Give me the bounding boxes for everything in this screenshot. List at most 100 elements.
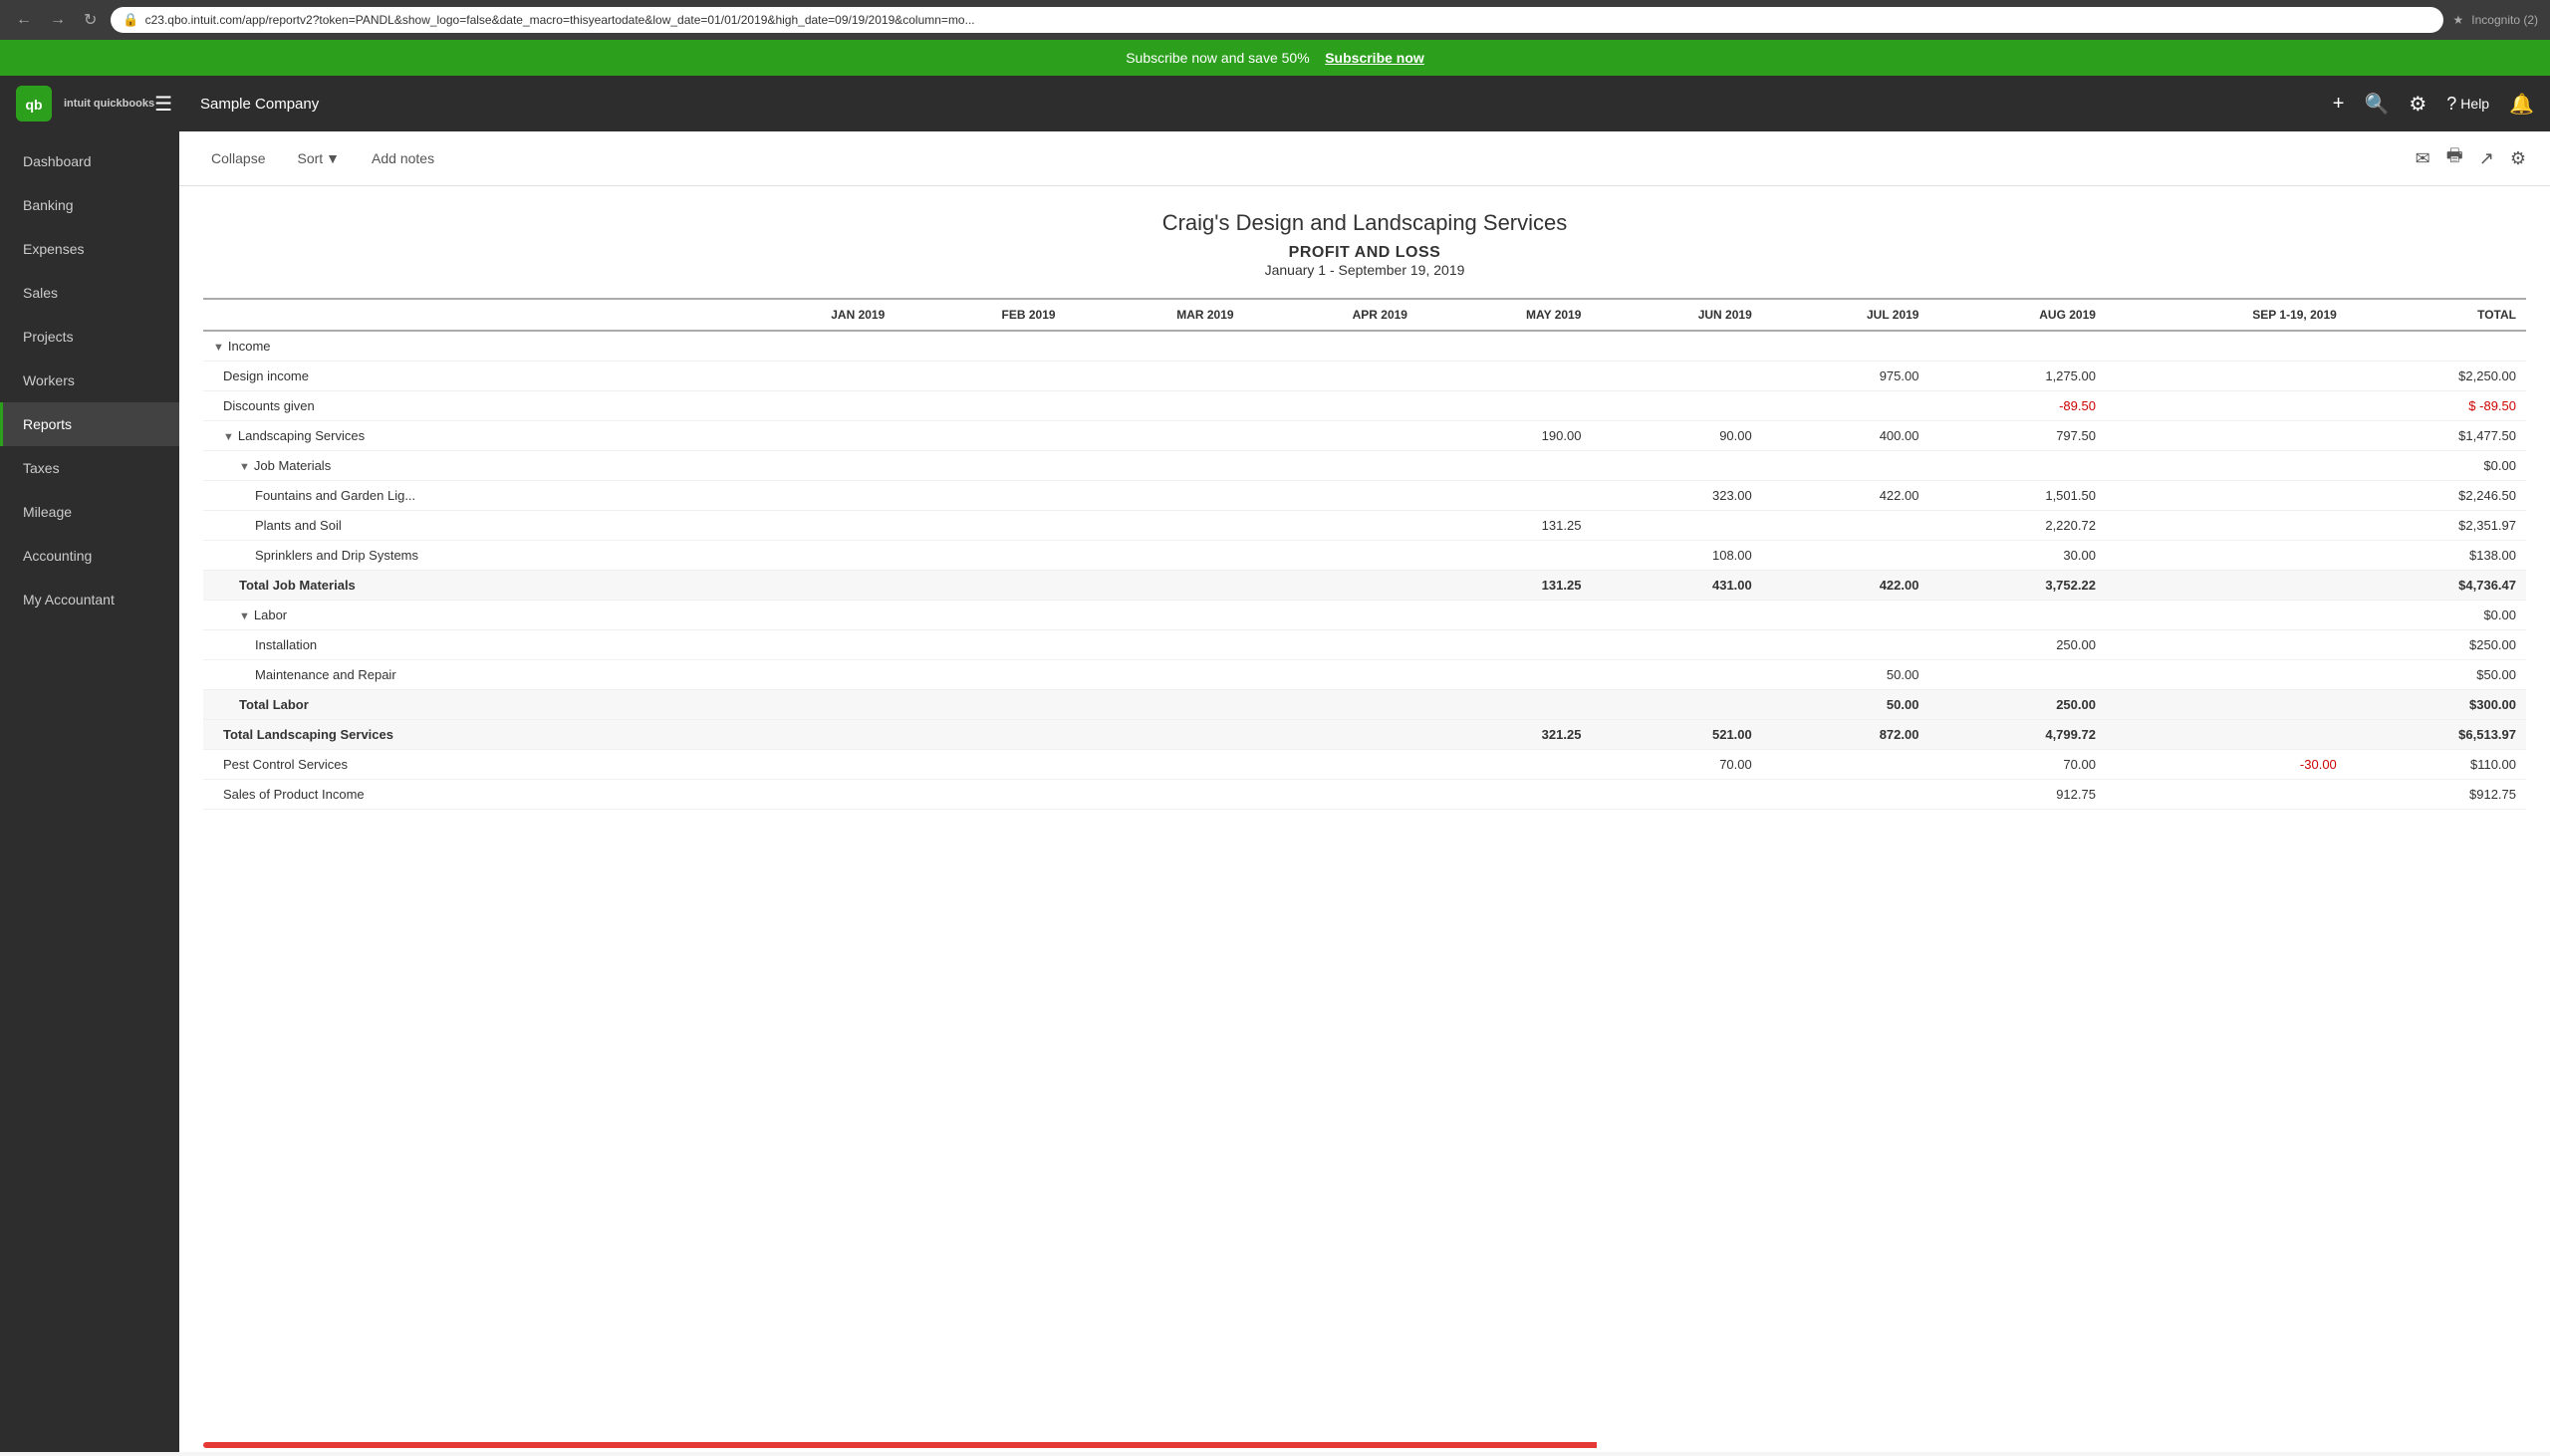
row-cell[interactable]: $912.75	[2347, 780, 2526, 810]
collapse-arrow-icon[interactable]: ▼	[239, 461, 250, 473]
settings-button[interactable]: ⚙	[2409, 92, 2426, 117]
sidebar-item-taxes[interactable]: Taxes	[0, 446, 179, 490]
browser-right-controls: ★ Incognito (2)	[2453, 13, 2538, 27]
row-cell: -89.50	[1928, 391, 2105, 421]
row-cell	[724, 780, 894, 810]
email-icon[interactable]: ✉	[2416, 148, 2430, 169]
row-cell	[1591, 780, 1761, 810]
row-label: Total Job Materials	[203, 571, 724, 601]
report-date-range: January 1 - September 19, 2019	[203, 262, 2526, 278]
add-notes-button[interactable]: Add notes	[364, 146, 442, 170]
row-cell[interactable]: $50.00	[2347, 660, 2526, 690]
horizontal-scrollbar[interactable]	[203, 1442, 2526, 1448]
row-cell	[1244, 630, 1417, 660]
row-cell	[894, 421, 1065, 451]
row-cell[interactable]: $1,477.50	[2347, 421, 2526, 451]
row-cell[interactable]: $ -89.50	[2347, 391, 2526, 421]
sidebar-item-my-accountant[interactable]: My Accountant	[0, 578, 179, 621]
export-icon[interactable]: ↗	[2479, 148, 2494, 169]
print-icon[interactable]: 🖶	[2446, 143, 2463, 173]
row-cell	[1417, 750, 1591, 780]
app-header: qb intuit quickbooks ☰ Sample Company + …	[0, 76, 2550, 131]
hamburger-menu[interactable]: ☰	[154, 92, 172, 117]
row-cell[interactable]: $0.00	[2347, 601, 2526, 630]
row-cell	[1591, 451, 1761, 481]
sidebar-item-expenses[interactable]: Expenses	[0, 227, 179, 271]
table-row: Sprinklers and Drip Systems108.0030.00$1…	[203, 541, 2526, 571]
sidebar-item-projects[interactable]: Projects	[0, 315, 179, 359]
sidebar-item-banking[interactable]: Banking	[0, 183, 179, 227]
row-cell[interactable]: $4,736.47	[2347, 571, 2526, 601]
row-cell	[1244, 601, 1417, 630]
row-cell	[2106, 660, 2347, 690]
sidebar-item-mileage[interactable]: Mileage	[0, 490, 179, 534]
reload-button[interactable]: ↻	[80, 6, 101, 34]
row-cell	[2106, 481, 2347, 511]
table-row: ▼Landscaping Services190.0090.00400.0079…	[203, 421, 2526, 451]
row-cell	[1928, 601, 2105, 630]
col-header-apr: APR 2019	[1244, 299, 1417, 331]
row-cell	[1244, 660, 1417, 690]
collapse-arrow-icon[interactable]: ▼	[239, 610, 250, 622]
help-button[interactable]: ? Help	[2446, 94, 2489, 115]
row-cell	[1417, 601, 1591, 630]
sidebar-item-reports[interactable]: Reports	[0, 402, 179, 446]
col-header-mar: MAR 2019	[1066, 299, 1244, 331]
row-cell	[894, 720, 1065, 750]
row-cell	[894, 571, 1065, 601]
table-row: Discounts given-89.50$ -89.50	[203, 391, 2526, 421]
forward-button[interactable]: →	[46, 7, 70, 33]
sidebar-item-dashboard[interactable]: Dashboard	[0, 139, 179, 183]
row-cell	[1417, 541, 1591, 571]
collapse-arrow-icon[interactable]: ▼	[223, 431, 234, 443]
notifications-button[interactable]: 🔔	[2509, 92, 2534, 117]
row-cell	[1066, 451, 1244, 481]
row-cell[interactable]: $110.00	[2347, 750, 2526, 780]
row-cell[interactable]: $2,351.97	[2347, 511, 2526, 541]
search-button[interactable]: 🔍	[2364, 92, 2389, 117]
row-cell[interactable]	[2347, 331, 2526, 362]
collapse-button[interactable]: Collapse	[203, 146, 273, 170]
sort-button[interactable]: Sort ▼	[289, 146, 348, 170]
col-header-jan: JAN 2019	[724, 299, 894, 331]
row-cell	[894, 451, 1065, 481]
row-cell: 250.00	[1928, 630, 2105, 660]
row-cell	[1244, 690, 1417, 720]
row-cell	[1066, 362, 1244, 391]
row-cell	[1066, 511, 1244, 541]
row-cell	[1417, 451, 1591, 481]
row-cell: -30.00	[2106, 750, 2347, 780]
sidebar-item-accounting[interactable]: Accounting	[0, 534, 179, 578]
row-cell[interactable]: $250.00	[2347, 630, 2526, 660]
row-cell[interactable]: $2,246.50	[2347, 481, 2526, 511]
promo-cta[interactable]: Subscribe now	[1325, 50, 1424, 66]
row-cell	[1417, 780, 1591, 810]
add-button[interactable]: +	[2333, 93, 2345, 116]
table-row: ▼Job Materials$0.00	[203, 451, 2526, 481]
row-cell	[1928, 660, 2105, 690]
report-toolbar: Collapse Sort ▼ Add notes ✉ 🖶 ↗ ⚙	[179, 131, 2550, 186]
row-cell[interactable]: $300.00	[2347, 690, 2526, 720]
row-cell	[2106, 780, 2347, 810]
row-cell: 521.00	[1591, 720, 1761, 750]
sidebar: Dashboard Banking Expenses Sales Project…	[0, 131, 179, 1452]
collapse-arrow-icon[interactable]: ▼	[213, 342, 224, 354]
row-cell	[724, 750, 894, 780]
row-cell[interactable]: $0.00	[2347, 451, 2526, 481]
row-cell	[894, 780, 1065, 810]
sidebar-item-sales[interactable]: Sales	[0, 271, 179, 315]
settings-report-icon[interactable]: ⚙	[2510, 148, 2526, 169]
table-row: Design income975.001,275.00$2,250.00	[203, 362, 2526, 391]
back-button[interactable]: ←	[12, 7, 36, 33]
table-row: Installation250.00$250.00	[203, 630, 2526, 660]
row-cell[interactable]: $6,513.97	[2347, 720, 2526, 750]
row-cell	[724, 362, 894, 391]
row-cell	[2106, 451, 2347, 481]
row-cell[interactable]: $2,250.00	[2347, 362, 2526, 391]
row-label: Design income	[203, 362, 724, 391]
row-cell[interactable]: $138.00	[2347, 541, 2526, 571]
sidebar-item-workers[interactable]: Workers	[0, 359, 179, 402]
row-cell: 30.00	[1928, 541, 2105, 571]
table-row: Fountains and Garden Lig...323.00422.001…	[203, 481, 2526, 511]
url-bar[interactable]: 🔒 c23.qbo.intuit.com/app/reportv2?token=…	[111, 7, 2442, 33]
